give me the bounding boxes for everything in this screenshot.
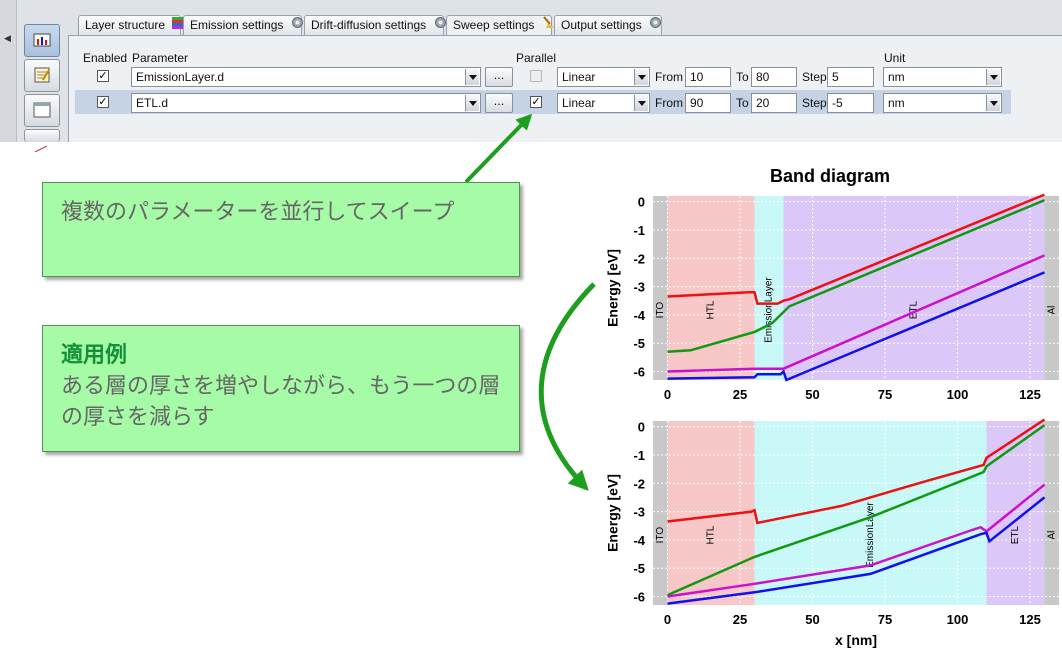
parallel-callout-text: 複数のパラメーターを並行してスイープ: [61, 200, 455, 225]
x-tick-label: 25: [733, 387, 747, 402]
y-tick-label: -1: [633, 223, 645, 238]
y-tick-label: 0: [638, 420, 645, 435]
example-title: 適用例: [61, 343, 128, 368]
region-ito: [653, 196, 668, 380]
x-tick-label: 125: [1019, 387, 1041, 402]
pointer-arrow: [464, 113, 533, 184]
band-diagram-chart-1: ITO HTL EmissionLayer ETL Al0-1-2-3-4-5-60 25…: [605, 193, 1059, 402]
y-tick-label: -4: [633, 308, 645, 323]
y-tick-label: -3: [633, 505, 645, 520]
parallel-callout: 複数のパラメーターを並行してスイープ: [42, 182, 520, 277]
y-tick-label: -1: [633, 448, 645, 463]
x-tick-label: 100: [947, 612, 969, 627]
x-tick-label: 0: [664, 612, 671, 627]
y-tick-label: -4: [633, 533, 645, 548]
example-callout: 適用例 ある層の厚さを増やしながら、もう一つの層の厚さを減らす: [42, 325, 520, 452]
y-tick-label: -3: [633, 280, 645, 295]
chart-title: Band diagram: [769, 166, 891, 186]
x-tick-label: 75: [878, 612, 892, 627]
curved-arrow: [538, 282, 596, 491]
y-tick-label: -5: [633, 561, 645, 576]
x-axis-label: x [nm]: [835, 632, 877, 648]
region-al: [1044, 421, 1059, 605]
region-label: ETL: [1010, 525, 1021, 544]
region-label: ITO: [655, 527, 666, 544]
x-tick-label: 25: [733, 612, 747, 627]
y-axis-label: Energy [eV]: [605, 249, 621, 327]
example-body: ある層の厚さを増やしながら、もう一つの層の厚さを減らす: [61, 374, 501, 430]
y-tick-label: -2: [633, 251, 645, 266]
region-label: Al: [1046, 306, 1057, 315]
region-label: HTL: [706, 300, 717, 319]
y-tick-label: -6: [633, 590, 645, 605]
y-tick-label: 0: [638, 195, 645, 210]
region-al: [1044, 196, 1059, 380]
y-tick-label: -5: [633, 336, 645, 351]
region-label: ITO: [655, 302, 666, 319]
band-diagram-chart-2: ITO HTL EmissionLayer ETL Al 0 -1 -2 -3 -4 -5 -6 0 25…: [605, 418, 1059, 648]
x-tick-label: 75: [878, 387, 892, 402]
region-htl: [667, 196, 755, 380]
region-ito: [653, 421, 668, 605]
region-label: EmissionLayer: [865, 502, 876, 568]
y-axis-label: Energy [eV]: [605, 474, 621, 552]
region-etl: [986, 421, 1045, 605]
y-tick-label: -6: [633, 365, 645, 380]
region-label: Al: [1046, 531, 1057, 540]
x-tick-label: 125: [1019, 612, 1041, 627]
x-tick-label: 100: [947, 387, 969, 402]
x-tick-label: 50: [805, 612, 819, 627]
y-tick-label: -2: [633, 476, 645, 491]
region-label: EmissionLayer: [764, 277, 775, 343]
region-label: HTL: [706, 525, 717, 544]
x-tick-label: 0: [664, 387, 671, 402]
x-tick-label: 50: [805, 387, 819, 402]
